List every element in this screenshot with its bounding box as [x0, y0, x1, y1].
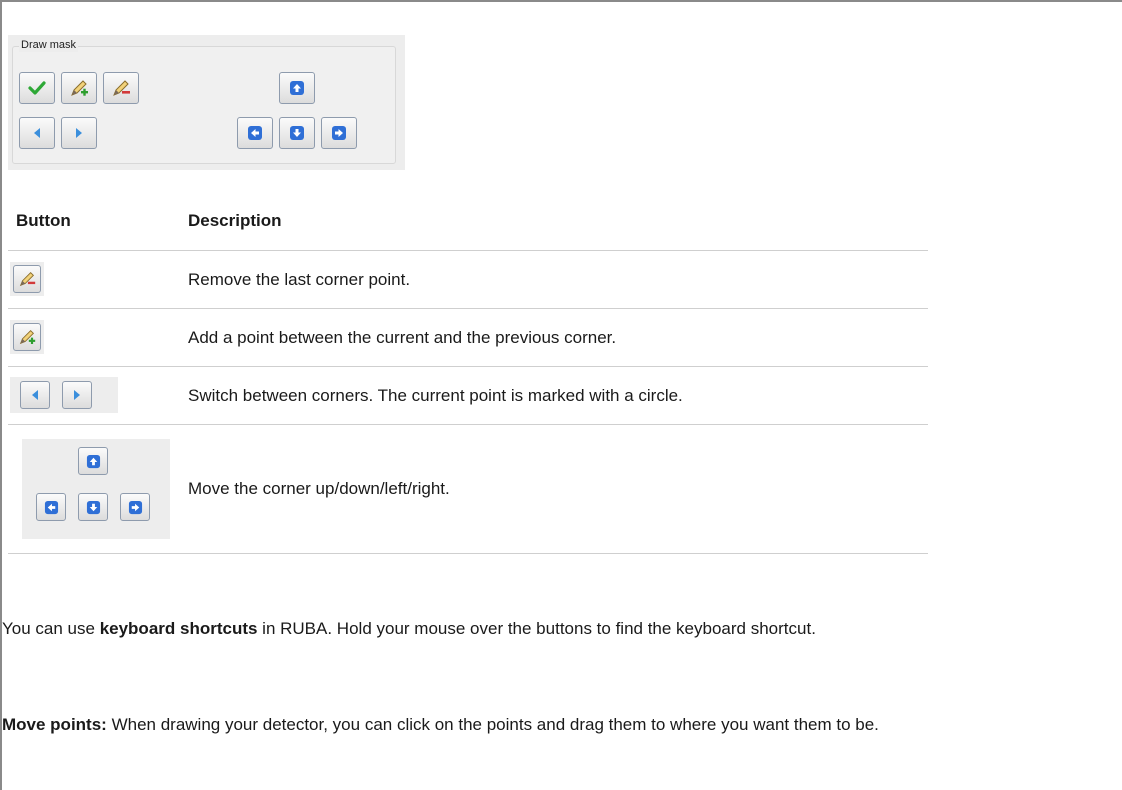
- row-button-cell: [8, 309, 188, 366]
- keyboard-shortcuts-paragraph: You can use keyboard shortcuts in RUBA. …: [2, 616, 1117, 642]
- draw-mask-panel: Draw mask: [8, 35, 405, 170]
- row-button-cell: [8, 425, 188, 553]
- remove-point-button[interactable]: [103, 72, 139, 104]
- move-points-bold: Move points:: [2, 715, 107, 734]
- previous-corner-button[interactable]: [19, 117, 55, 149]
- move-points-paragraph: Move points: When drawing your detector,…: [2, 712, 1117, 738]
- triangle-left-icon: [32, 390, 38, 400]
- keyboard-shortcuts-bold: keyboard shortcuts: [99, 619, 258, 638]
- draw-mask-groupbox: Draw mask: [12, 38, 396, 164]
- remove-point-button-sample: [13, 265, 41, 293]
- row-description: Add a point between the current and the …: [188, 327, 617, 347]
- pencil-minus-icon: [113, 80, 130, 96]
- arrow-left-icon: [44, 500, 58, 514]
- table-row: Add a point between the current and the …: [8, 309, 928, 367]
- move-left-button-sample: [36, 493, 66, 521]
- row-description: Move the corner up/down/left/right.: [188, 479, 450, 498]
- next-corner-button-sample: [62, 381, 92, 409]
- add-point-button[interactable]: [61, 72, 97, 104]
- triangle-right-icon: [74, 390, 80, 400]
- header-button: Button: [16, 211, 71, 230]
- arrow-up-icon: [86, 454, 100, 468]
- p1-text-after: in RUBA. Hold your mouse over the button…: [257, 619, 816, 638]
- triangle-left-icon: [34, 128, 40, 138]
- move-down-button[interactable]: [279, 117, 315, 149]
- row-description: Switch between corners. The current poin…: [188, 385, 683, 405]
- button-description-table: Button Description Remove the last corne…: [8, 192, 928, 554]
- pencil-plus-icon: [19, 329, 36, 345]
- table-row: Switch between corners. The current poin…: [8, 367, 928, 425]
- pencil-minus-icon: [19, 271, 36, 287]
- move-right-button-sample: [120, 493, 150, 521]
- frame-left-border: [0, 0, 2, 790]
- table-header: Button Description: [8, 192, 928, 251]
- previous-corner-button-sample: [20, 381, 50, 409]
- move-up-button[interactable]: [279, 72, 315, 104]
- row-button-cell: [8, 367, 188, 424]
- next-corner-button[interactable]: [61, 117, 97, 149]
- table-row: Remove the last corner point.: [8, 251, 928, 309]
- move-right-button[interactable]: [321, 117, 357, 149]
- accept-mask-button[interactable]: [19, 72, 55, 104]
- arrow-left-icon: [248, 126, 262, 140]
- row-button-cell: [8, 251, 188, 308]
- arrow-down-icon: [86, 500, 100, 514]
- move-left-button[interactable]: [237, 117, 273, 149]
- icon-chip: [22, 439, 170, 539]
- header-description: Description: [188, 211, 282, 230]
- p2-text-after: When drawing your detector, you can clic…: [106, 715, 879, 734]
- arrow-right-icon: [332, 126, 346, 140]
- row-description: Remove the last corner point.: [188, 269, 411, 289]
- icon-chip: [10, 262, 44, 296]
- pencil-plus-icon: [71, 80, 88, 96]
- icon-chip: [10, 377, 118, 413]
- arrow-up-icon: [290, 81, 304, 95]
- move-down-button-sample: [78, 493, 108, 521]
- draw-mask-legend: Draw mask: [19, 38, 79, 52]
- add-point-button-sample: [13, 323, 41, 351]
- icon-chip: [10, 320, 44, 354]
- check-icon: [28, 81, 46, 95]
- triangle-right-icon: [76, 128, 82, 138]
- p1-text-before: You can use: [2, 619, 100, 638]
- table-row: Move the corner up/down/left/right.: [8, 425, 928, 554]
- arrow-down-icon: [290, 126, 304, 140]
- frame-top-border: [0, 0, 1122, 2]
- move-up-button-sample: [78, 447, 108, 475]
- arrow-right-icon: [128, 500, 142, 514]
